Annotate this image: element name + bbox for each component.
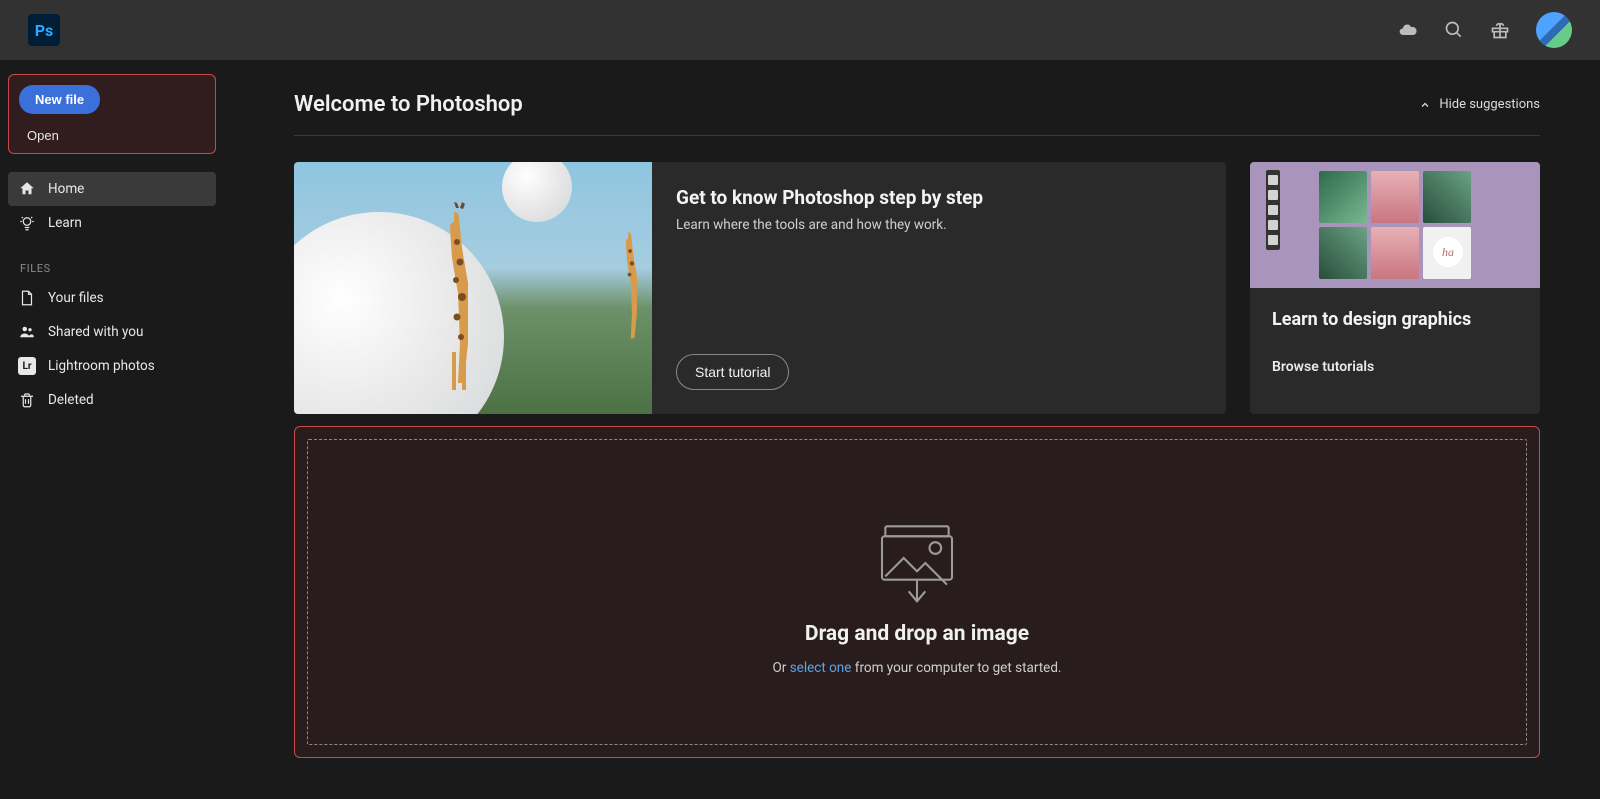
drop-zone-highlight: Drag and drop an image Or select one fro… xyxy=(294,426,1540,758)
open-button[interactable]: Open xyxy=(27,128,59,143)
document-icon xyxy=(18,289,36,307)
user-avatar[interactable] xyxy=(1536,12,1572,48)
tutorial-title: Get to know Photoshop step by step xyxy=(676,186,1202,209)
people-icon xyxy=(18,323,36,341)
tutorial-card-body: Get to know Photoshop step by step Learn… xyxy=(652,162,1226,414)
main-header: Welcome to Photoshop Hide suggestions xyxy=(294,92,1540,136)
graphics-title: Learn to design graphics xyxy=(1272,308,1518,331)
select-file-link[interactable]: select one xyxy=(790,660,852,676)
suggestion-cards: Get to know Photoshop step by step Learn… xyxy=(294,162,1540,414)
tutorial-card[interactable]: Get to know Photoshop step by step Learn… xyxy=(294,162,1226,414)
nav-label: Home xyxy=(48,181,84,197)
drop-subtitle: Or select one from your computer to get … xyxy=(772,660,1061,676)
trash-icon xyxy=(18,391,36,409)
cloud-icon[interactable] xyxy=(1398,20,1418,40)
nav-label: Deleted xyxy=(48,392,94,408)
tutorial-hero-image xyxy=(294,162,652,414)
start-tutorial-button[interactable]: Start tutorial xyxy=(676,354,789,390)
nav-home[interactable]: Home xyxy=(8,172,216,206)
graphics-card-body: Learn to design graphics Browse tutorial… xyxy=(1250,288,1540,395)
files-section-label: FILES xyxy=(20,262,216,275)
home-icon xyxy=(18,180,36,198)
app-logo[interactable]: Ps xyxy=(28,14,60,46)
main-content: Welcome to Photoshop Hide suggestions xyxy=(224,60,1600,799)
sidebar: New file Open Home Learn FILES Your file… xyxy=(0,60,224,799)
file-actions-highlight: New file Open xyxy=(8,74,216,154)
graphics-card[interactable]: ha Learn to design graphics Browse tutor… xyxy=(1250,162,1540,414)
search-icon[interactable] xyxy=(1444,20,1464,40)
chevron-up-icon xyxy=(1419,99,1431,111)
gift-icon[interactable] xyxy=(1490,20,1510,40)
page-title: Welcome to Photoshop xyxy=(294,92,523,117)
drop-zone[interactable]: Drag and drop an image Or select one fro… xyxy=(307,439,1527,745)
lightbulb-icon xyxy=(18,214,36,232)
hide-suggestions-toggle[interactable]: Hide suggestions xyxy=(1419,97,1540,112)
image-drop-icon xyxy=(867,508,967,608)
nav-deleted[interactable]: Deleted xyxy=(8,383,216,417)
hide-suggestions-label: Hide suggestions xyxy=(1439,97,1540,112)
nav-label: Your files xyxy=(48,290,104,306)
nav-label: Learn xyxy=(48,215,82,231)
new-file-button[interactable]: New file xyxy=(19,85,100,114)
nav-lightroom[interactable]: Lr Lightroom photos xyxy=(8,349,216,383)
nav-label: Lightroom photos xyxy=(48,358,155,374)
nav-shared[interactable]: Shared with you xyxy=(8,315,216,349)
drop-title: Drag and drop an image xyxy=(805,622,1029,646)
tutorial-subtitle: Learn where the tools are and how they w… xyxy=(676,217,1202,233)
nav-label: Shared with you xyxy=(48,324,143,340)
browse-tutorials-link[interactable]: Browse tutorials xyxy=(1272,359,1518,375)
nav-your-files[interactable]: Your files xyxy=(8,281,216,315)
nav-learn[interactable]: Learn xyxy=(8,206,216,240)
graphics-hero-image: ha xyxy=(1250,162,1540,288)
lightroom-icon: Lr xyxy=(18,357,36,375)
topbar-actions xyxy=(1398,12,1572,48)
top-bar: Ps xyxy=(0,0,1600,60)
